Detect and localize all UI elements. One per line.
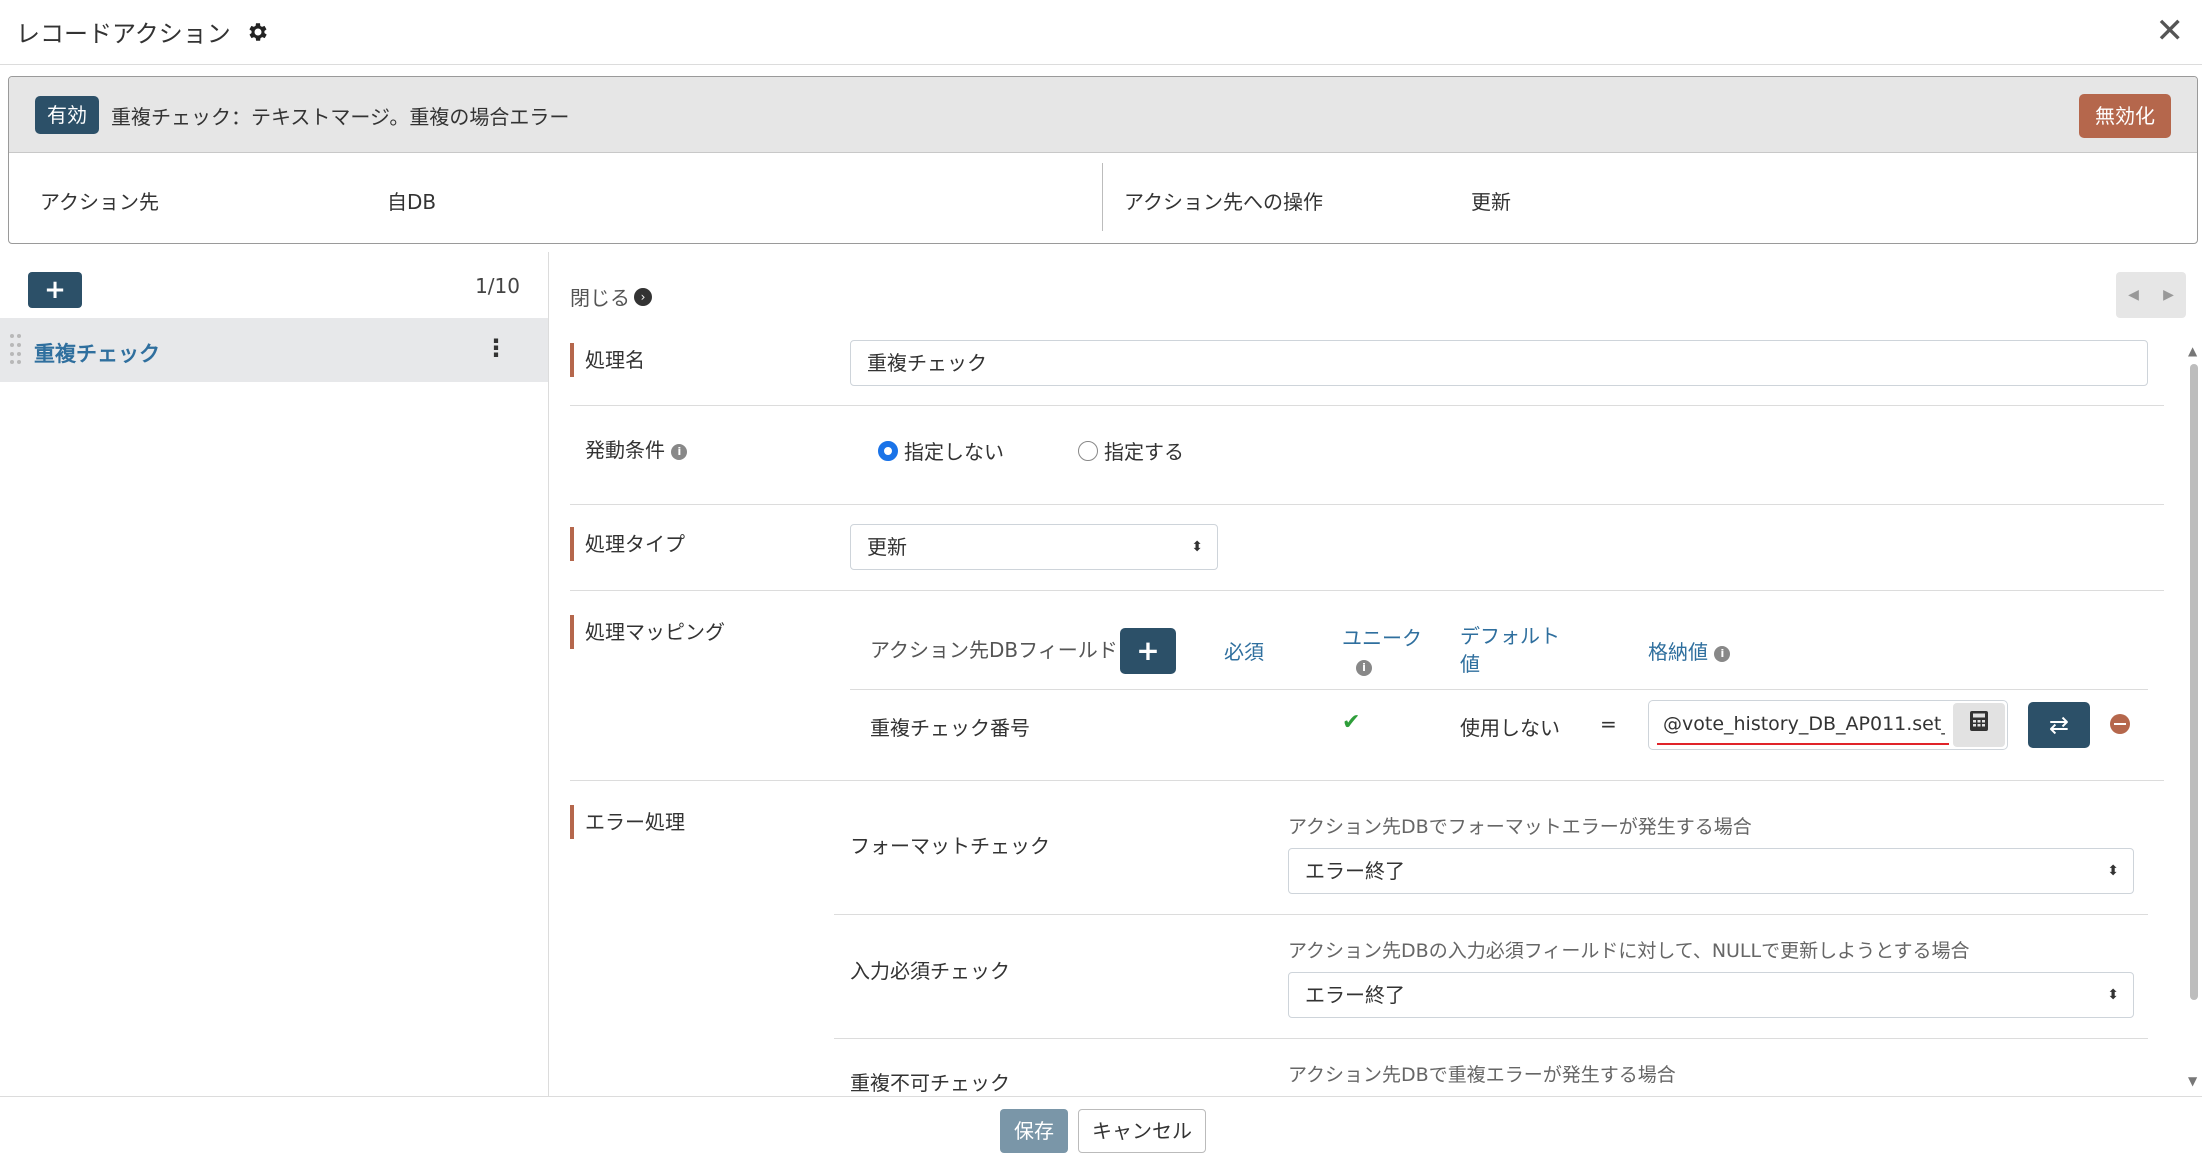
- radio-no-condition[interactable]: 指定しない: [878, 436, 1004, 465]
- mapping-header-unique-text: ユニーク: [1342, 626, 1422, 650]
- mapping-header-required[interactable]: 必須: [1224, 636, 1264, 665]
- calculator-icon[interactable]: [1953, 703, 2005, 747]
- row-divider: [570, 590, 2164, 591]
- detail-scrollbar[interactable]: ▲ ▼: [2188, 344, 2200, 1088]
- save-button[interactable]: 保存: [1000, 1109, 1068, 1153]
- mapping-header-default[interactable]: デフォルト 値: [1460, 622, 1560, 678]
- select-caret-icon: ⬍: [2107, 987, 2119, 1003]
- add-process-button[interactable]: +: [28, 272, 82, 308]
- mapping-header-default-line1: デフォルト: [1460, 624, 1560, 648]
- summary-details: アクション先 自DB アクション先への操作 更新: [9, 153, 2197, 243]
- summary-divider: [1102, 163, 1103, 231]
- info-icon[interactable]: i: [671, 443, 688, 460]
- close-detail-link[interactable]: 閉じる ›: [570, 282, 652, 311]
- scrollbar-thumb[interactable]: [2190, 364, 2198, 1000]
- list-item-label: 重複チェック: [34, 342, 160, 366]
- mapping-default-value: 使用しない: [1460, 716, 1560, 740]
- process-detail-pane: 閉じる › ◀ ▶ ▲ ▼ 処理名 重複チェック 発動条件 i 指定しない 指定…: [550, 252, 2202, 1096]
- duplicate-check-description: アクション先DBで重複エラーが発生する場合: [1288, 1064, 1676, 1086]
- info-icon[interactable]: i: [1356, 659, 1372, 676]
- select-caret-icon: ⬍: [1191, 539, 1203, 555]
- required-check-description: アクション先DBの入力必須フィールドに対して、NULLで更新しようとする場合: [1288, 940, 1970, 962]
- row-divider: [570, 504, 2164, 505]
- add-mapping-button[interactable]: +: [1120, 628, 1176, 674]
- process-type-select[interactable]: 更新 ⬍: [850, 524, 1218, 570]
- dialog-title: レコードアクション: [16, 20, 231, 48]
- mapping-header-unique[interactable]: ユニーク i: [1342, 622, 1422, 676]
- radio-checked-icon[interactable]: [878, 440, 898, 461]
- duplicate-check-label: 重複不可チェック: [850, 1071, 1010, 1095]
- list-item[interactable]: 重複チェック ⋮: [0, 318, 548, 382]
- header-divider: [0, 64, 2202, 65]
- radio-with-condition[interactable]: 指定する: [1078, 436, 1184, 465]
- format-check-label: フォーマットチェック: [850, 834, 1050, 858]
- mapping-label: 処理マッピング: [570, 615, 725, 649]
- target-label: アクション先: [40, 190, 159, 214]
- target-value: 自DB: [387, 190, 437, 214]
- mapping-header-divider: [850, 689, 2148, 690]
- scroll-up-icon[interactable]: ▲: [2188, 344, 2197, 358]
- summary-header: 有効 重複チェック：テキストマージ。重複の場合エラー 無効化: [9, 77, 2197, 153]
- format-check-value: エラー終了: [1305, 859, 1405, 883]
- required-check-select[interactable]: エラー終了 ⬍: [1288, 972, 2134, 1018]
- process-counter: 1/10: [475, 274, 520, 298]
- caret-left-icon[interactable]: ◀: [2128, 287, 2139, 303]
- mapping-header-field: アクション先DBフィールド: [870, 638, 1118, 662]
- radio-no-condition-label: 指定しない: [904, 440, 1004, 464]
- mapping-header-default-line2: 値: [1460, 652, 1480, 676]
- swap-icon[interactable]: ⇄: [2028, 702, 2090, 748]
- trigger-label-text: 発動条件: [585, 438, 665, 462]
- required-check-label: 入力必須チェック: [850, 959, 1010, 983]
- action-summary: 有効 重複チェック：テキストマージ。重複の場合エラー 無効化 アクション先 自D…: [8, 76, 2198, 244]
- mapping-field-name: 重複チェック番号: [870, 716, 1030, 740]
- process-name-input[interactable]: 重複チェック: [850, 340, 2148, 386]
- trigger-label: 発動条件 i: [570, 434, 688, 463]
- pager-arrows[interactable]: ◀ ▶: [2116, 272, 2186, 318]
- dialog-footer: 保存 キャンセル: [0, 1096, 2202, 1158]
- process-name-label: 処理名: [570, 343, 645, 377]
- scroll-down-icon[interactable]: ▼: [2188, 1074, 2197, 1088]
- check-icon: ✔: [1342, 710, 1361, 735]
- summary-description: 重複チェック：テキストマージ。重複の場合エラー: [111, 105, 570, 129]
- cancel-button[interactable]: キャンセル: [1078, 1109, 1206, 1153]
- spellcheck-underline: [1657, 743, 1949, 745]
- format-check-description: アクション先DBでフォーマットエラーが発生する場合: [1288, 816, 1752, 838]
- chevron-right-circle-icon: ›: [634, 287, 652, 306]
- row-divider: [834, 914, 2148, 915]
- operation-label: アクション先への操作: [1124, 190, 1323, 214]
- process-list-pane: + 1/10 重複チェック ⋮: [0, 252, 549, 1096]
- stored-value-text: @vote_history_DB_AP011.set_: [1663, 713, 1945, 735]
- stored-value-input[interactable]: @vote_history_DB_AP011.set_: [1648, 700, 2008, 750]
- required-check-value: エラー終了: [1305, 983, 1405, 1007]
- status-badge: 有効: [35, 96, 99, 134]
- operation-value: 更新: [1471, 190, 1511, 214]
- error-handling-label: エラー処理: [570, 805, 685, 839]
- format-check-select[interactable]: エラー終了 ⬍: [1288, 848, 2134, 894]
- info-icon[interactable]: i: [1714, 645, 1731, 662]
- process-type-label: 処理タイプ: [570, 527, 685, 561]
- mapping-header-stored[interactable]: 格納値 i: [1648, 636, 1731, 665]
- mapping-operator: =: [1600, 712, 1617, 736]
- disable-button[interactable]: 無効化: [2079, 94, 2171, 138]
- more-vertical-icon[interactable]: ⋮: [484, 336, 508, 360]
- mapping-header-stored-text: 格納値: [1648, 640, 1708, 664]
- close-icon[interactable]: ✕: [2156, 14, 2185, 48]
- close-detail-label: 閉じる: [570, 286, 630, 310]
- radio-with-condition-label: 指定する: [1104, 440, 1184, 464]
- drag-handle-icon[interactable]: [10, 334, 21, 366]
- row-divider: [570, 405, 2164, 406]
- row-divider: [570, 780, 2164, 781]
- select-caret-icon: ⬍: [2107, 863, 2119, 879]
- gear-icon[interactable]: [245, 20, 269, 44]
- remove-circle-icon[interactable]: [2110, 714, 2130, 734]
- dialog-title-bar: レコードアクション: [16, 14, 269, 49]
- process-type-value: 更新: [867, 535, 907, 559]
- caret-right-icon[interactable]: ▶: [2163, 287, 2174, 303]
- row-divider: [834, 1038, 2148, 1039]
- radio-unchecked-icon[interactable]: [1078, 440, 1098, 461]
